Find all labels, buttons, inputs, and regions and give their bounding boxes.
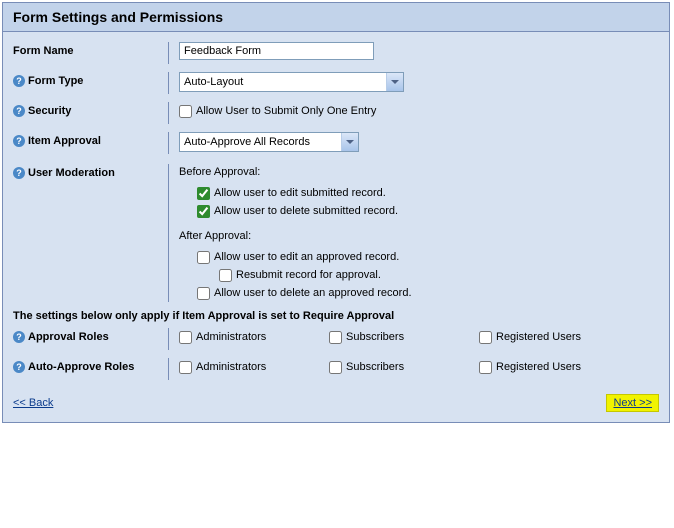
auto-subscribers-label: Subscribers [346,358,404,376]
form-type-select[interactable]: Auto-Layout [179,72,404,92]
approval-admin-checkbox[interactable] [179,331,192,344]
approval-subscribers-label: Subscribers [346,328,404,346]
settings-panel: Form Settings and Permissions Form Name … [2,2,670,423]
approval-subscribers-checkbox[interactable] [329,331,342,344]
delete-approved-label: Allow user to delete an approved record. [214,284,412,302]
label-item-approval: Item Approval [28,135,101,147]
row-auto-approve-roles: ? Auto-Approve Roles Administrators Subs… [13,358,659,380]
delete-approved-checkbox[interactable] [197,287,210,300]
help-icon[interactable]: ? [13,105,25,117]
item-approval-select[interactable]: Auto-Approve All Records [179,132,359,152]
auto-admin-label: Administrators [196,358,266,376]
back-link[interactable]: << Back [13,397,53,409]
form-name-input[interactable] [179,42,374,60]
label-form-name: Form Name [13,45,74,57]
row-item-approval: ? Item Approval Auto-Approve All Records [13,132,659,154]
help-icon[interactable]: ? [13,135,25,147]
edit-submitted-label: Allow user to edit submitted record. [214,184,386,202]
panel-title: Form Settings and Permissions [3,3,669,32]
submit-one-label: Allow User to Submit Only One Entry [196,102,376,120]
delete-submitted-label: Allow user to delete submitted record. [214,202,398,220]
form-type-value: Auto-Layout [184,76,243,88]
auto-registered-checkbox[interactable] [479,361,492,374]
panel-body: Form Name ? Form Type Auto-Layout [3,32,669,386]
help-icon[interactable]: ? [13,167,25,179]
label-user-moderation: User Moderation [28,167,115,179]
help-icon[interactable]: ? [13,361,25,373]
help-icon[interactable]: ? [13,331,25,343]
before-approval-title: Before Approval: [179,166,659,178]
chevron-down-icon [341,133,358,151]
approval-admin-label: Administrators [196,328,266,346]
submit-one-checkbox[interactable] [179,105,192,118]
approval-registered-checkbox[interactable] [479,331,492,344]
resubmit-label: Resubmit record for approval. [236,266,381,284]
next-button[interactable]: Next >> [606,394,659,412]
auto-admin-checkbox[interactable] [179,361,192,374]
approval-note: The settings below only apply if Item Ap… [13,310,659,322]
item-approval-value: Auto-Approve All Records [184,136,310,148]
row-form-name: Form Name [13,42,659,64]
label-form-type: Form Type [28,75,83,87]
approval-registered-label: Registered Users [496,328,581,346]
help-icon[interactable]: ? [13,75,25,87]
edit-submitted-checkbox[interactable] [197,187,210,200]
auto-subscribers-checkbox[interactable] [329,361,342,374]
row-form-type: ? Form Type Auto-Layout [13,72,659,94]
row-user-moderation: ? User Moderation Before Approval: Allow… [13,164,659,302]
edit-approved-checkbox[interactable] [197,251,210,264]
footer: << Back Next >> [3,386,669,422]
chevron-down-icon [386,73,403,91]
resubmit-checkbox[interactable] [219,269,232,282]
delete-submitted-checkbox[interactable] [197,205,210,218]
row-security: ? Security Allow User to Submit Only One… [13,102,659,124]
label-security: Security [28,105,71,117]
after-approval-title: After Approval: [179,230,659,242]
label-auto-approve-roles: Auto-Approve Roles [28,361,134,373]
label-approval-roles: Approval Roles [28,331,109,343]
row-approval-roles: ? Approval Roles Administrators Subscrib… [13,328,659,350]
auto-registered-label: Registered Users [496,358,581,376]
edit-approved-label: Allow user to edit an approved record. [214,248,399,266]
